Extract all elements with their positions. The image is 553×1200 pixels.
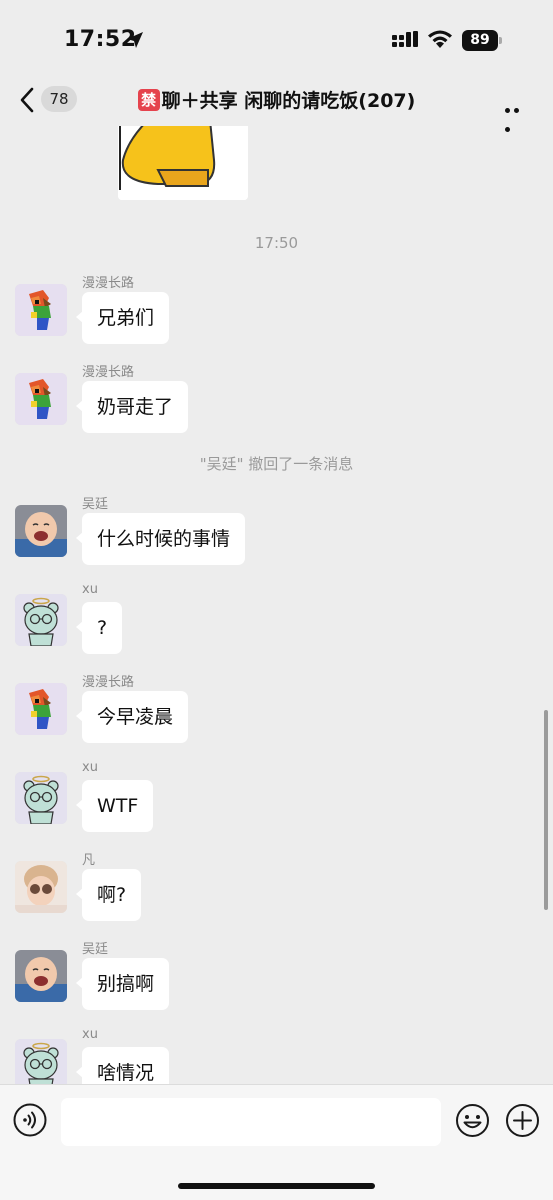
message-input[interactable] [61, 1098, 441, 1146]
chat-title-text: 聊＋共享 闲聊的请吃饭(207) [161, 90, 416, 112]
avatar-pixel-parrot[interactable] [15, 284, 67, 336]
avatar-pixel-parrot[interactable] [15, 683, 67, 735]
sender-name: xu [82, 582, 98, 597]
voice-icon[interactable] [13, 1103, 47, 1137]
time-divider: 17:50 [254, 234, 299, 252]
avatar-crying-baby-photo[interactable] [15, 505, 67, 557]
battery-level: 89 [462, 30, 498, 51]
home-indicator [178, 1183, 375, 1189]
emoji-icon[interactable] [455, 1103, 490, 1138]
chat-title: 禁聊＋共享 闲聊的请吃饭(207) [0, 86, 553, 113]
unread-count-badge[interactable]: 78 [41, 86, 77, 112]
message-bubble[interactable]: 啊? [75, 869, 142, 921]
input-bar [0, 1084, 553, 1200]
sender-name: xu [82, 760, 98, 775]
chat-message-list[interactable]: 17:50 漫漫长路 兄弟们 漫漫长路 奶哥走了 "吴廷" 撤回了一条消息 吴廷… [0, 126, 553, 1084]
status-bar: 17:52 89 [0, 0, 553, 80]
sticker-image[interactable] [118, 126, 248, 200]
message-bubble[interactable]: ? [75, 602, 123, 654]
sender-name: 吴廷 [82, 942, 109, 957]
message-bubble[interactable]: 兄弟们 [75, 292, 170, 344]
plus-icon[interactable] [505, 1103, 540, 1138]
avatar-bear-with-glasses[interactable] [15, 594, 67, 646]
avatar-pixel-parrot[interactable] [15, 373, 67, 425]
message-bubble[interactable]: 今早凌晨 [75, 691, 189, 743]
message-bubble[interactable]: 啥情况 [75, 1047, 170, 1084]
sticker-duck-icon [118, 126, 248, 200]
avatar-bear-with-glasses[interactable] [15, 772, 67, 824]
message-bubble[interactable]: WTF [75, 780, 154, 832]
cellular-signal-icon [392, 31, 418, 47]
recall-notice: "吴廷" 撤回了一条消息 [199, 455, 354, 473]
sender-name: xu [82, 1027, 98, 1042]
avatar-bear-with-glasses[interactable] [15, 1039, 67, 1084]
sender-name: 漫漫长路 [82, 675, 135, 690]
back-icon[interactable] [18, 86, 36, 114]
title-badge: 禁 [137, 89, 160, 111]
chat-nav-bar: 禁聊＋共享 闲聊的请吃饭(207) 78 [0, 76, 553, 132]
avatar-crying-baby-photo[interactable] [15, 950, 67, 1002]
wifi-icon [428, 30, 452, 48]
scrollbar-thumb[interactable] [544, 710, 548, 910]
battery-cap [499, 37, 502, 44]
sender-name: 漫漫长路 [82, 365, 135, 380]
battery-indicator: 89 [462, 30, 502, 51]
avatar-child-photo[interactable] [15, 861, 67, 913]
more-icon[interactable] [505, 98, 531, 132]
message-bubble[interactable]: 什么时候的事情 [75, 513, 246, 565]
message-bubble[interactable]: 奶哥走了 [75, 381, 189, 433]
sender-name: 漫漫长路 [82, 276, 135, 291]
sender-name: 凡 [82, 853, 96, 868]
message-bubble[interactable]: 别搞啊 [75, 958, 170, 1010]
location-arrow-icon [127, 32, 143, 48]
sender-name: 吴廷 [82, 497, 109, 512]
